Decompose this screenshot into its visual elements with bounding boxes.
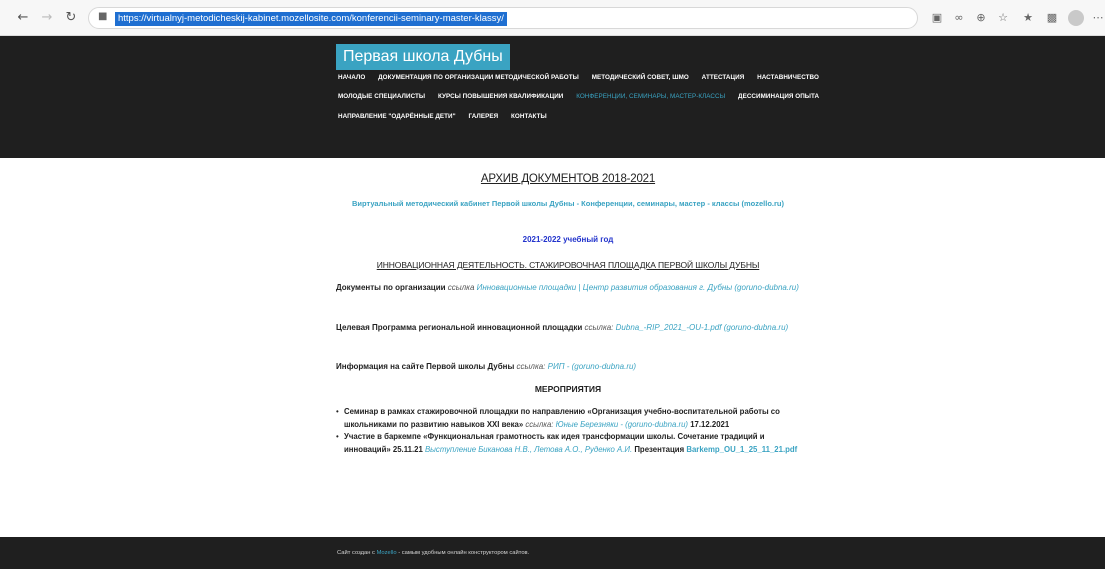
program-pdf-link[interactable]: Dubna_-RIP_2021_-OU-1.pdf (goruno-dubna.…	[616, 323, 789, 332]
browser-toolbar: ← → ↻ ■ https://virtualnyj-metodicheskij…	[0, 0, 1105, 36]
site-footer: Сайт создан с Mozello - самым удобным он…	[0, 537, 1105, 569]
ref-label: ссылка:	[516, 362, 546, 371]
collections-icon[interactable]: ▩	[1044, 10, 1060, 26]
list-item: Участие в баркемпе «Функциональная грамо…	[336, 431, 800, 456]
rip-link[interactable]: РИП - (goruno-dubna.ru)	[548, 362, 636, 371]
school-year: 2021-2022 учебный год	[522, 235, 614, 244]
profile-avatar[interactable]	[1068, 10, 1084, 26]
reload-icon[interactable]: ↻	[62, 9, 80, 27]
menu-item-dissemination[interactable]: ДЕССИМИНАЦИЯ ОПЫТА	[738, 93, 819, 100]
lock-icon: ■	[98, 11, 108, 22]
paragraph-documents: Документы по организации ссылка Инноваци…	[336, 282, 800, 295]
favorites-icon[interactable]: ★	[1020, 10, 1036, 26]
menu-item-young-specialists[interactable]: МОЛОДЫЕ СПЕЦИАЛИСТЫ	[338, 93, 425, 100]
archive-link[interactable]: АРХИВ ДОКУМЕНТОВ 2018-2021	[336, 173, 800, 185]
paragraph-program: Целевая Программа региональной инновацио…	[336, 322, 800, 335]
paragraph-info: Информация на сайте Первой школы Дубны с…	[336, 361, 800, 374]
menu-item-mentoring[interactable]: НАСТАВНИЧЕСТВО	[757, 74, 819, 81]
speech-link[interactable]: Выступление Биканова Н.В., Летова А.О., …	[425, 445, 632, 454]
back-icon[interactable]: ←	[14, 9, 32, 27]
events-list: Семинар в рамках стажировочной площадки …	[336, 406, 800, 456]
address-bar[interactable]: ■ https://virtualnyj-metodicheskij-kabin…	[88, 7, 918, 29]
ref-label: ссылка:	[525, 419, 554, 429]
forward-icon[interactable]: →	[38, 9, 56, 27]
ref-label: ссылка:	[584, 323, 614, 332]
paragraph-label: Информация на сайте Первой школы Дубны	[336, 362, 515, 371]
presentation-file-link[interactable]: Barkemp_OU_1_25_11_21.pdf	[686, 445, 797, 454]
presentation-label: Презентация	[634, 444, 685, 454]
paragraph-label: Документы по организации	[336, 283, 446, 292]
innovation-heading: ИННОВАЦИОННАЯ ДЕЯТЕЛЬНОСТЬ. СТАЖИРОВОЧНА…	[376, 260, 760, 270]
menu-item-gifted-children[interactable]: НАПРАВЛЕНИЕ "ОДАРЁННЫЕ ДЕТИ"	[338, 113, 456, 120]
events-heading: МЕРОПРИЯТИЯ	[534, 384, 602, 394]
subtitle-link[interactable]: Виртуальный методический кабинет Первой …	[346, 198, 790, 210]
footer-text: Сайт создан с Mozello - самым удобным он…	[337, 550, 529, 556]
documents-link[interactable]: Инновационные площадки | Центр развития …	[477, 283, 799, 292]
ref-label: ссылка	[447, 283, 475, 292]
menu-item-council[interactable]: МЕТОДИЧЕСКИЙ СОВЕТ, ШМО	[592, 74, 689, 81]
menu-item-conferences[interactable]: КОНФЕРЕНЦИИ, СЕМИНАРЫ, МАСТЕР-КЛАССЫ	[576, 93, 725, 100]
menu-item-gallery[interactable]: ГАЛЕРЕЯ	[468, 113, 498, 120]
footer-suffix: - самым удобным онлайн конструктором сай…	[398, 550, 530, 556]
menu-item-home[interactable]: НАЧАЛО	[338, 74, 365, 81]
reader-view-icon[interactable]: ▣	[929, 10, 945, 26]
menu-item-courses[interactable]: КУРСЫ ПОВЫШЕНИЯ КВАЛИФИКАЦИИ	[438, 93, 563, 100]
list-item: Семинар в рамках стажировочной площадки …	[336, 406, 800, 431]
paragraph-label: Целевая Программа региональной инновацио…	[336, 323, 583, 332]
menu-item-documentation[interactable]: ДОКУМЕНТАЦИЯ ПО ОРГАНИЗАЦИИ МЕТОДИЧЕСКОЙ…	[378, 74, 579, 81]
menu-item-attestation[interactable]: АТТЕСТАЦИЯ	[702, 74, 745, 81]
favorite-star-icon[interactable]: ☆	[995, 10, 1011, 26]
main-menu-row-3: НАПРАВЛЕНИЕ "ОДАРЁННЫЕ ДЕТИ" ГАЛЕРЕЯ КОН…	[338, 113, 558, 120]
site-header: Первая школа Дубны НАЧАЛО ДОКУМЕНТАЦИЯ П…	[0, 36, 1105, 158]
menu-item-contacts[interactable]: КОНТАКТЫ	[511, 113, 547, 120]
mozello-link[interactable]: Mozello	[377, 550, 397, 556]
main-menu-row-1: НАЧАЛО ДОКУМЕНТАЦИЯ ПО ОРГАНИЗАЦИИ МЕТОД…	[338, 74, 830, 81]
zoom-icon[interactable]: ⊕	[973, 10, 989, 26]
event-link[interactable]: Юные Березняки - (goruno-dubna.ru)	[556, 420, 688, 429]
site-logo[interactable]: Первая школа Дубны	[336, 44, 510, 70]
url-text[interactable]: https://virtualnyj-metodicheskij-kabinet…	[115, 12, 507, 26]
footer-prefix: Сайт создан с	[337, 550, 375, 556]
main-menu-row-2: МОЛОДЫЕ СПЕЦИАЛИСТЫ КУРСЫ ПОВЫШЕНИЯ КВАЛ…	[338, 93, 830, 100]
event-date: 17.12.2021	[690, 419, 730, 429]
translate-icon[interactable]: ∞	[951, 10, 967, 26]
more-icon[interactable]: ⋯	[1090, 10, 1105, 26]
